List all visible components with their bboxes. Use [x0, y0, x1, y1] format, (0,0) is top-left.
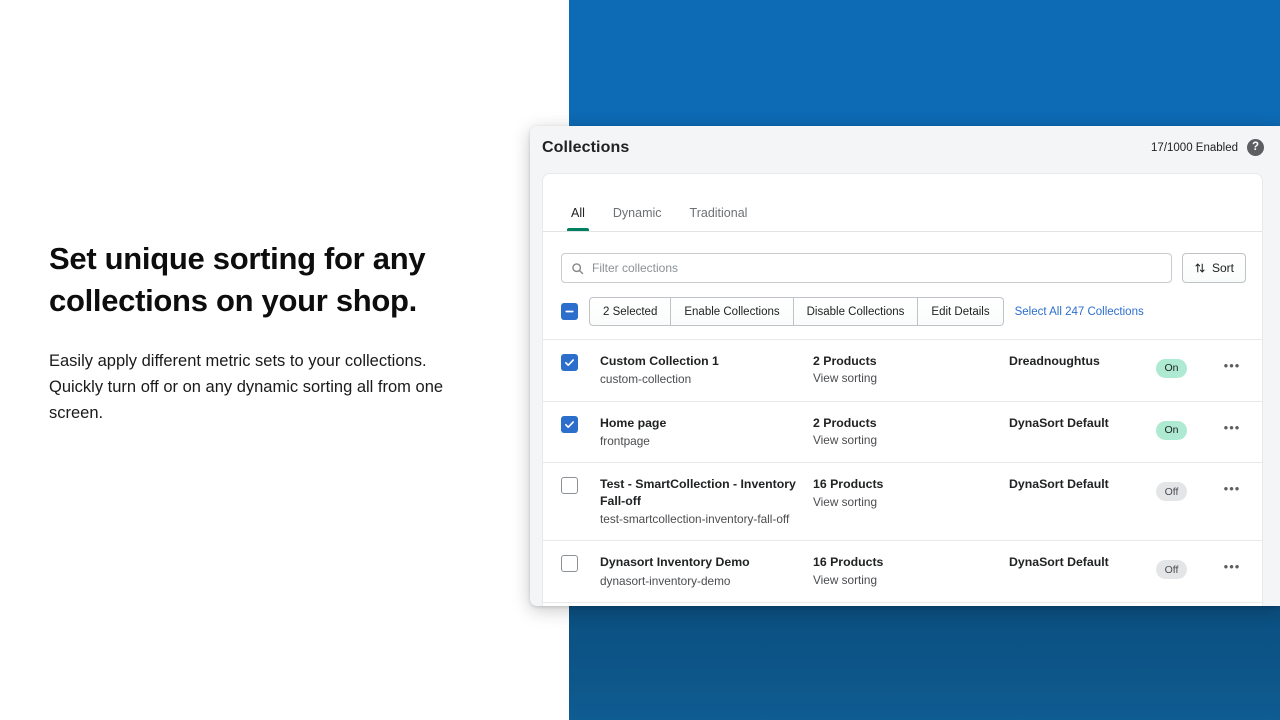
row-products-cell: 2 Products View sorting: [813, 353, 1009, 387]
collection-handle: dynasort-inventory-demo: [600, 573, 731, 588]
row-status-cell: On: [1156, 415, 1218, 440]
row-name-cell: Custom Collection 1 custom-collection: [600, 353, 813, 388]
marketing-copy: Set unique sorting for any collections o…: [49, 238, 449, 426]
status-badge[interactable]: Off: [1156, 482, 1187, 502]
bulk-action-bar: 2 Selected Enable Collections Disable Co…: [543, 283, 1262, 339]
view-sorting-link[interactable]: View sorting: [813, 370, 1009, 387]
disable-collections-button[interactable]: Disable Collections: [793, 297, 919, 326]
bulk-button-group: 2 Selected Enable Collections Disable Co…: [589, 297, 1004, 326]
row-products-cell: 2 Products View sorting: [813, 415, 1009, 449]
page-title: Collections: [542, 138, 630, 156]
status-badge[interactable]: Off: [1156, 560, 1187, 580]
table-row[interactable]: Smart Collection 139 Products DynaSort D…: [543, 602, 1262, 606]
app-header: Collections 17/1000 Enabled ?: [530, 126, 1280, 169]
check-icon: [565, 420, 574, 428]
more-actions-icon[interactable]: •••: [1224, 560, 1241, 573]
row-status-cell: Off: [1156, 476, 1218, 502]
row-name-cell: Dynasort Inventory Demo dynasort-invento…: [600, 554, 813, 589]
metric-set-name: Dreadnoughtus: [1009, 354, 1100, 368]
filter-row: Filter collections Sort: [543, 232, 1262, 283]
collection-handle: test-smartcollection-inventory-fall-off: [600, 511, 790, 526]
more-actions-icon[interactable]: •••: [1224, 482, 1241, 495]
row-name-cell: Home page frontpage: [600, 415, 813, 450]
more-actions-icon[interactable]: •••: [1224, 421, 1241, 434]
select-all-checkbox[interactable]: [561, 303, 578, 320]
collection-title: Custom Collection 1: [600, 354, 719, 368]
row-actions-cell: •••: [1218, 554, 1246, 573]
backdrop-panel-top: [569, 0, 1280, 127]
sort-button[interactable]: Sort: [1181, 253, 1246, 283]
status-badge[interactable]: On: [1156, 420, 1187, 440]
tab-all[interactable]: All: [557, 206, 599, 231]
sort-arrows-icon: [1195, 263, 1205, 273]
products-count: 2 Products: [813, 415, 877, 430]
screenshot-root: Set unique sorting for any collections o…: [0, 0, 1280, 720]
products-count: 16 Products: [813, 477, 884, 492]
more-actions-icon[interactable]: •••: [1224, 359, 1241, 372]
backdrop-panel-bottom: [569, 606, 1280, 720]
enable-collections-button[interactable]: Enable Collections: [671, 297, 794, 326]
select-all-link[interactable]: Select All 247 Collections: [1015, 306, 1144, 318]
row-checkbox[interactable]: [561, 354, 578, 371]
metric-set-name: DynaSort Default: [1009, 477, 1109, 492]
view-sorting-link[interactable]: View sorting: [813, 432, 1009, 449]
tab-dynamic[interactable]: Dynamic: [599, 206, 676, 231]
search-input[interactable]: Filter collections: [561, 253, 1172, 283]
collection-title: Dynasort Inventory Demo: [600, 555, 750, 570]
search-icon: [572, 262, 584, 274]
edit-details-button[interactable]: Edit Details: [918, 297, 1004, 326]
help-icon[interactable]: ?: [1247, 139, 1264, 156]
table-row[interactable]: Home page frontpage 2 Products View sort…: [543, 400, 1262, 463]
app-window: Collections 17/1000 Enabled ? All Dynami…: [530, 126, 1280, 606]
selected-count-button[interactable]: 2 Selected: [589, 297, 672, 326]
table-row[interactable]: Dynasort Inventory Demo dynasort-invento…: [543, 540, 1262, 602]
row-checkbox[interactable]: [561, 477, 578, 495]
enabled-count-label: 17/1000 Enabled: [1151, 141, 1238, 154]
products-count: 2 Products: [813, 354, 877, 368]
row-actions-cell: •••: [1218, 415, 1246, 434]
sort-button-label: Sort: [1211, 261, 1234, 275]
products-count: 16 Products: [813, 555, 884, 570]
search-placeholder: Filter collections: [592, 261, 679, 275]
row-checkbox[interactable]: [561, 555, 578, 573]
minus-icon: [565, 310, 574, 313]
marketing-headline: Set unique sorting for any collections o…: [49, 241, 426, 318]
collections-list: Custom Collection 1 custom-collection 2 …: [543, 339, 1262, 606]
row-actions-cell: •••: [1218, 353, 1246, 372]
table-row[interactable]: Custom Collection 1 custom-collection 2 …: [543, 339, 1262, 401]
status-badge[interactable]: On: [1156, 359, 1187, 378]
table-row[interactable]: Test - SmartCollection - Inventory Fall-…: [543, 462, 1262, 540]
metric-set-name: DynaSort Default: [1009, 555, 1109, 570]
row-products-cell: 16 Products View sorting: [813, 476, 1009, 510]
row-checkbox[interactable]: [561, 415, 578, 433]
row-status-cell: On: [1156, 353, 1218, 378]
collection-handle: custom-collection: [600, 372, 692, 387]
check-icon: [565, 359, 574, 366]
tab-traditional[interactable]: Traditional: [676, 206, 762, 231]
header-right-group: 17/1000 Enabled ?: [1151, 139, 1264, 156]
collection-title: Test - SmartCollection - Inventory Fall-…: [600, 477, 796, 508]
collection-handle: frontpage: [600, 433, 650, 448]
tab-bar: All Dynamic Traditional: [543, 174, 1262, 232]
marketing-body: Easily apply different metric sets to yo…: [49, 351, 444, 422]
view-sorting-link[interactable]: View sorting: [813, 572, 1009, 589]
collection-title: Home page: [600, 415, 667, 430]
row-actions-cell: •••: [1218, 476, 1246, 495]
collections-panel: All Dynamic Traditional Filter collectio…: [542, 173, 1263, 606]
row-products-cell: 16 Products View sorting: [813, 554, 1009, 588]
view-sorting-link[interactable]: View sorting: [813, 494, 1009, 511]
metric-set-name: DynaSort Default: [1009, 415, 1109, 430]
row-status-cell: Off: [1156, 554, 1218, 580]
row-name-cell: Test - SmartCollection - Inventory Fall-…: [600, 476, 813, 527]
